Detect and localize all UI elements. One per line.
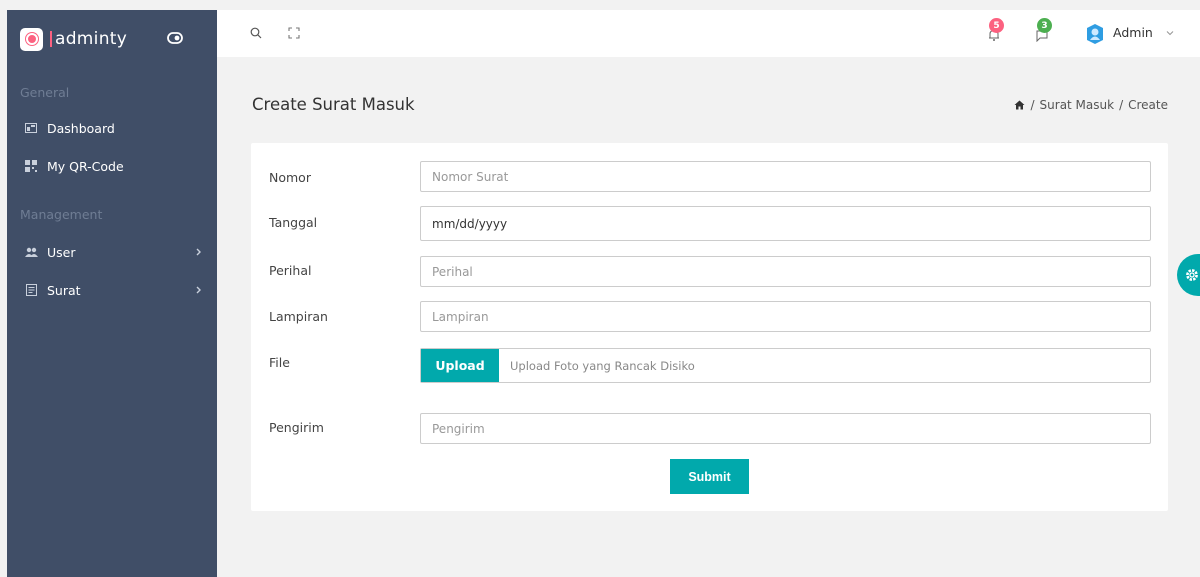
sidebar-item-user[interactable]: User — [7, 241, 217, 263]
menu-caption-management: Management — [20, 207, 103, 222]
file-input[interactable]: Upload Upload Foto yang Rancak Disiko — [420, 348, 1151, 383]
home-icon[interactable] — [1014, 100, 1025, 110]
nomor-input[interactable] — [420, 161, 1151, 192]
tanggal-input[interactable] — [420, 206, 1151, 241]
sidebar-item-label: Dashboard — [47, 120, 115, 136]
page-title: Create Surat Masuk — [252, 95, 415, 114]
fullscreen-icon[interactable] — [285, 24, 303, 42]
brand[interactable]: adminty — [7, 10, 217, 68]
lampiran-input[interactable] — [420, 301, 1151, 332]
nomor-label: Nomor — [269, 170, 311, 185]
form-card: Nomor Tanggal Perihal Lampiran File Uplo… — [251, 143, 1168, 511]
sidebar-toggle-icon[interactable] — [167, 30, 183, 46]
breadcrumb: / Surat Masuk / Create — [1014, 98, 1168, 112]
breadcrumb-item-current: Create — [1128, 98, 1168, 112]
main-content: Create Surat Masuk / Surat Masuk / Creat… — [217, 57, 1200, 577]
upload-button[interactable]: Upload — [421, 349, 499, 382]
chevron-right-icon — [196, 286, 201, 294]
sidebar-item-my-qr-code[interactable]: My QR-Code — [7, 155, 217, 177]
tanggal-label: Tanggal — [269, 215, 318, 230]
sidebar-item-label: Surat — [47, 282, 81, 298]
qrcode-icon — [24, 159, 38, 173]
perihal-label: Perihal — [269, 263, 312, 278]
dashboard-icon — [24, 121, 38, 135]
brand-divider — [50, 31, 52, 47]
perihal-input[interactable] — [420, 256, 1151, 287]
notifications-button[interactable]: 5 — [985, 18, 1007, 44]
file-label: File — [269, 355, 290, 370]
sidebar-item-surat[interactable]: Surat — [7, 279, 217, 301]
user-name[interactable]: Admin — [1113, 25, 1153, 40]
menu-caption-general: General — [20, 85, 70, 100]
submit-button[interactable]: Submit — [670, 459, 749, 494]
gear-icon — [1186, 269, 1198, 281]
sidebar-item-label: My QR-Code — [47, 158, 124, 174]
messages-badge: 3 — [1037, 18, 1052, 33]
app-frame: adminty General Dashboard My QR-Code Man… — [7, 10, 1200, 577]
sidebar-item-label: User — [47, 244, 76, 260]
lampiran-label: Lampiran — [269, 309, 328, 324]
messages-button[interactable]: 3 — [1033, 18, 1055, 44]
users-icon — [24, 245, 38, 259]
chevron-down-icon[interactable] — [1165, 28, 1175, 38]
sidebar: adminty General Dashboard My QR-Code Man… — [7, 10, 217, 577]
avatar[interactable] — [1086, 23, 1104, 45]
breadcrumb-item[interactable]: Surat Masuk — [1040, 98, 1115, 112]
mail-icon — [24, 283, 38, 297]
chevron-right-icon — [196, 248, 201, 256]
brand-logo-icon — [20, 27, 43, 51]
notifications-badge: 5 — [989, 18, 1004, 33]
pengirim-label: Pengirim — [269, 420, 324, 435]
topbar: 5 3 Admin — [217, 10, 1200, 57]
sidebar-item-dashboard[interactable]: Dashboard — [7, 117, 217, 139]
brand-name: adminty — [55, 29, 128, 49]
file-hint: Upload Foto yang Rancak Disiko — [510, 358, 695, 373]
pengirim-input[interactable] — [420, 413, 1151, 444]
search-icon[interactable] — [247, 24, 265, 42]
